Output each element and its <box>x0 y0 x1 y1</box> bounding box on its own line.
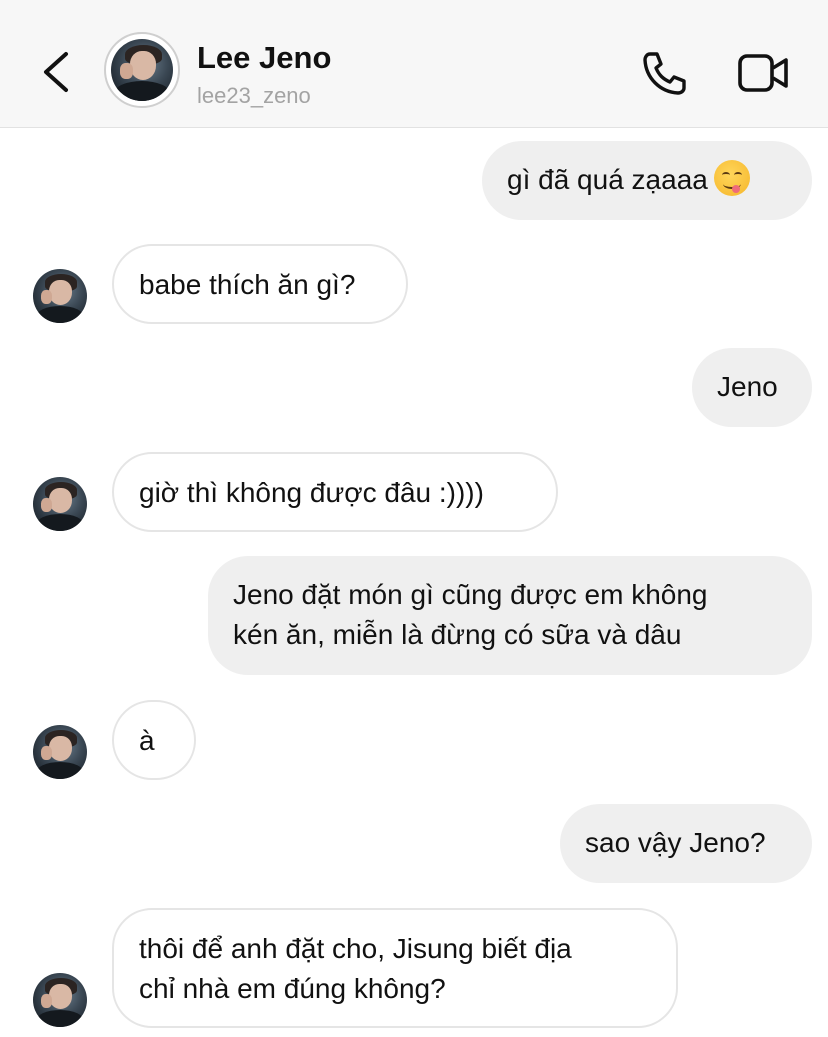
message-bubble-outgoing[interactable]: Jeno đặt món gì cũng được em không kén ă… <box>208 556 812 675</box>
contact-username: lee23_zeno <box>197 83 311 108</box>
video-camera-icon[interactable] <box>737 52 789 94</box>
message-text: à <box>139 725 155 756</box>
chevron-left-icon[interactable] <box>36 48 76 96</box>
message-text: sao vậy Jeno? <box>585 827 766 858</box>
sender-avatar[interactable] <box>33 477 87 531</box>
message-text: babe thích ăn gì? <box>139 269 356 300</box>
avatar <box>111 39 173 101</box>
sender-avatar[interactable] <box>33 725 87 779</box>
sender-avatar[interactable] <box>33 973 87 1027</box>
message-bubble-outgoing[interactable]: Jeno <box>692 348 812 427</box>
message-bubble-outgoing[interactable]: gì đã quá zạaaa <box>482 141 812 220</box>
message-bubble-incoming[interactable]: thôi để anh đặt cho, Jisung biết địa chỉ… <box>112 908 678 1028</box>
message-text: kén ăn, miễn là đừng có sữa và dâu <box>233 619 682 650</box>
message-bubble-outgoing[interactable]: sao vậy Jeno? <box>560 804 812 883</box>
message-bubble-incoming[interactable]: babe thích ăn gì? <box>112 244 408 324</box>
contact-name[interactable]: Lee Jeno <box>197 40 331 76</box>
message-text: giờ thì không được đâu :)))) <box>139 477 484 508</box>
sender-avatar[interactable] <box>33 269 87 323</box>
phone-icon[interactable] <box>640 50 688 96</box>
savoring-food-emoji <box>713 160 750 196</box>
chat-header: Lee Jeno lee23_zeno <box>0 0 828 128</box>
profile-avatar[interactable] <box>104 32 180 108</box>
message-bubble-incoming[interactable]: à <box>112 700 196 780</box>
message-bubble-incoming[interactable]: giờ thì không được đâu :)))) <box>112 452 558 532</box>
message-text: chỉ nhà em đúng không? <box>139 973 446 1004</box>
message-text: gì đã quá zạaaa <box>507 164 708 195</box>
message-text: Jeno đặt món gì cũng được em không <box>233 579 708 610</box>
message-text: Jeno <box>717 371 778 402</box>
message-text: thôi để anh đặt cho, Jisung biết địa <box>139 933 572 964</box>
